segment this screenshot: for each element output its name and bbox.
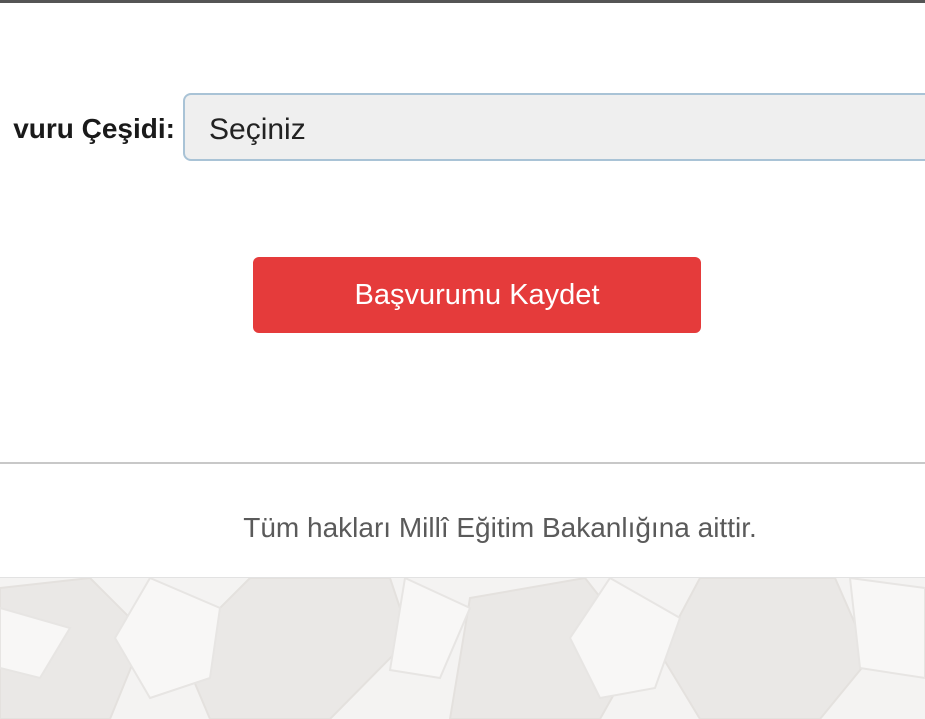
application-type-row: vuru Çeşidi: Seçiniz — [0, 91, 925, 167]
application-type-selected-value: Seçiniz — [209, 113, 306, 146]
application-form: vuru Çeşidi: Seçiniz Başvurumu Kaydet — [0, 3, 925, 463]
save-application-button-label: Başvurumu Kaydet — [354, 278, 600, 311]
application-type-select[interactable]: Seçiniz — [183, 93, 925, 161]
application-page: vuru Çeşidi: Seçiniz Başvurumu Kaydet Tü… — [0, 0, 925, 719]
application-type-label: vuru Çeşidi: — [13, 113, 175, 144]
geometric-pattern-icon — [0, 578, 925, 719]
copyright-notice: Tüm hakları Millî Eğitim Bakanlığına ait… — [243, 512, 757, 543]
page-footer: Tüm hakları Millî Eğitim Bakanlığına ait… — [0, 464, 925, 578]
save-application-button[interactable]: Başvurumu Kaydet — [253, 257, 701, 333]
decorative-background-pattern — [0, 578, 925, 719]
